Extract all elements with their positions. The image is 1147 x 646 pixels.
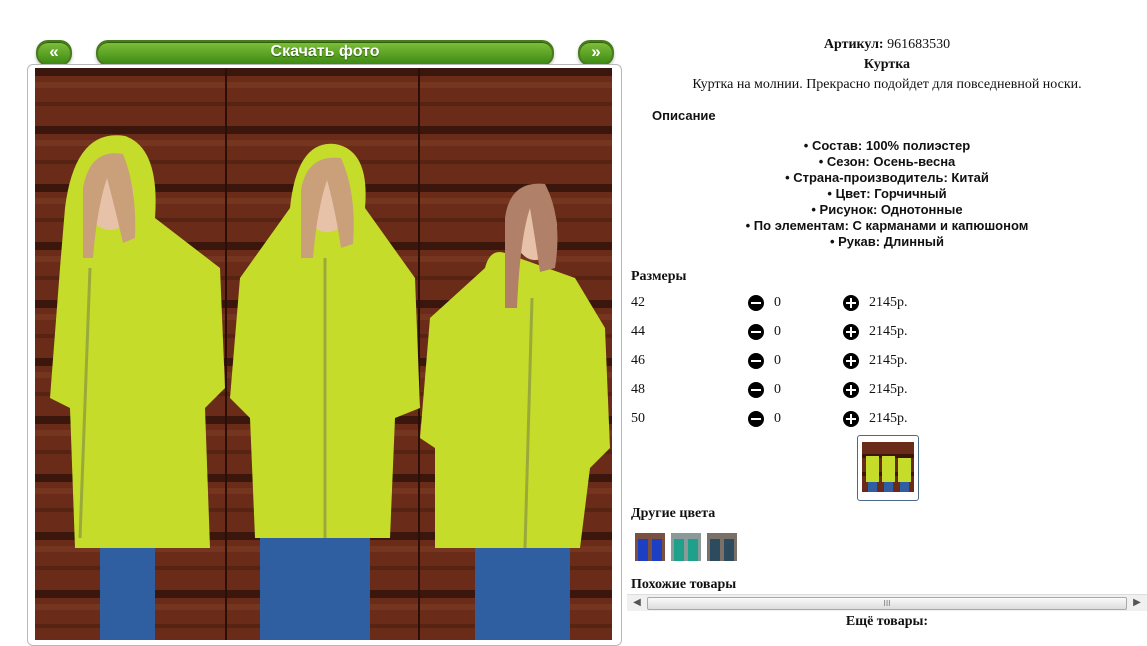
short-description: Куртка на молнии. Прекрасно подойдет для… bbox=[692, 77, 1082, 92]
thumbnail-image bbox=[862, 442, 914, 492]
plus-icon[interactable] bbox=[843, 353, 859, 369]
price-value: 2145р. bbox=[869, 382, 908, 397]
scroll-left-icon[interactable]: ◀ bbox=[629, 595, 645, 611]
spec-item: • По элементам: С карманами и капюшоном bbox=[745, 218, 1029, 233]
minus-icon[interactable] bbox=[748, 382, 764, 398]
scrollbar-thumb[interactable]: III bbox=[647, 597, 1127, 610]
price-value: 2145р. bbox=[869, 295, 908, 310]
product-photo[interactable] bbox=[35, 68, 612, 640]
plus-icon[interactable] bbox=[843, 295, 859, 311]
size-label: 48 bbox=[631, 382, 645, 397]
color-variant-thumbnail[interactable] bbox=[635, 533, 665, 561]
price-value: 2145р. bbox=[869, 324, 908, 339]
minus-icon[interactable] bbox=[748, 295, 764, 311]
download-photo-button[interactable]: Скачать фото bbox=[96, 40, 554, 66]
size-row: 48 0 2145р. bbox=[631, 380, 951, 400]
minus-icon[interactable] bbox=[748, 353, 764, 369]
quantity-value: 0 bbox=[774, 324, 781, 339]
sku-label: Артикул: bbox=[823, 37, 884, 52]
sizes-heading: Размеры bbox=[631, 269, 687, 284]
size-row: 50 0 2145р. bbox=[631, 409, 951, 429]
size-row: 46 0 2145р. bbox=[631, 351, 951, 371]
spec-item: • Сезон: Осень-весна bbox=[818, 154, 956, 169]
price-value: 2145р. bbox=[869, 411, 908, 426]
spec-list: • Состав: 100% полиэстер • Сезон: Осень-… bbox=[627, 138, 1147, 250]
size-label: 42 bbox=[631, 295, 645, 310]
more-products-heading: Ещё товары: bbox=[845, 614, 929, 629]
size-label: 50 bbox=[631, 411, 645, 426]
color-variant-thumbnail[interactable] bbox=[671, 533, 701, 561]
size-row: 44 0 2145р. bbox=[631, 322, 951, 342]
price-value: 2145р. bbox=[869, 353, 908, 368]
product-title: Куртка bbox=[863, 57, 911, 72]
size-label: 46 bbox=[631, 353, 645, 368]
spec-item: • Рисунок: Однотонные bbox=[811, 202, 963, 217]
quantity-value: 0 bbox=[774, 411, 781, 426]
plus-icon[interactable] bbox=[843, 324, 859, 340]
plus-icon[interactable] bbox=[843, 382, 859, 398]
quantity-value: 0 bbox=[774, 295, 781, 310]
prev-photo-button[interactable]: « bbox=[36, 40, 72, 66]
minus-icon[interactable] bbox=[748, 411, 764, 427]
description-heading: Описание bbox=[652, 108, 716, 123]
color-variant-thumbnail[interactable] bbox=[707, 533, 737, 561]
sku-line: Артикул: 961683530 bbox=[627, 37, 1147, 53]
size-label: 44 bbox=[631, 324, 645, 339]
similar-products-heading: Похожие товары bbox=[631, 577, 737, 592]
plus-icon[interactable] bbox=[843, 411, 859, 427]
product-photo-image bbox=[35, 68, 612, 640]
spec-item: • Состав: 100% полиэстер bbox=[803, 138, 971, 153]
current-photo-thumbnail[interactable] bbox=[857, 435, 919, 501]
next-photo-button[interactable]: » bbox=[578, 40, 614, 66]
minus-icon[interactable] bbox=[748, 324, 764, 340]
spec-item: • Цвет: Горчичный bbox=[827, 186, 947, 201]
quantity-value: 0 bbox=[774, 353, 781, 368]
spec-item: • Рукав: Длинный bbox=[829, 234, 945, 249]
spec-item: • Страна-производитель: Китай bbox=[785, 170, 989, 185]
similar-products-scrollbar[interactable]: ◀ III ▶ bbox=[627, 594, 1147, 611]
size-row: 42 0 2145р. bbox=[631, 293, 951, 313]
quantity-value: 0 bbox=[774, 382, 781, 397]
sku-value: 961683530 bbox=[887, 37, 951, 52]
scroll-right-icon[interactable]: ▶ bbox=[1129, 595, 1145, 611]
other-colors-heading: Другие цвета bbox=[631, 506, 716, 521]
